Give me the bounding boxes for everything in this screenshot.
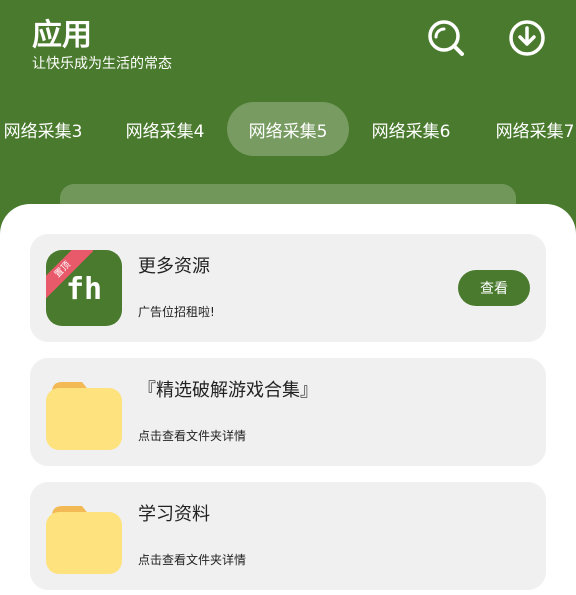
tab-network-collect-5[interactable]: 网络采集5 (227, 102, 349, 156)
search-icon (428, 20, 464, 56)
tab-label: 网络采集7 (495, 121, 575, 142)
card-title: 学习资料 (138, 504, 210, 525)
app-logo: fh 置顶 (46, 250, 122, 326)
app-header: 应用 让快乐成为生活的常态 (0, 0, 576, 100)
tab-label: 网络采集4 (125, 121, 205, 142)
tab-label: 网络采集5 (248, 121, 328, 142)
card-description: 广告位招租啦! (138, 305, 215, 319)
content-panel: fh 置顶 更多资源 广告位招租啦! 查看 『精选破解游戏合集』 点击查看文件夹… (0, 204, 576, 595)
tab-bar: 网络采集3 网络采集4 网络采集5 网络采集6 网络采集7 (0, 102, 576, 156)
view-button[interactable]: 查看 (458, 270, 530, 306)
page-title: 应用 (32, 18, 92, 53)
tab-network-collect-4[interactable]: 网络采集4 (110, 102, 220, 156)
list-item-ad[interactable]: fh 置顶 更多资源 广告位招租啦! 查看 (30, 234, 546, 342)
list-item-folder[interactable]: 『精选破解游戏合集』 点击查看文件夹详情 (30, 358, 546, 466)
card-description: 点击查看文件夹详情 (138, 553, 247, 567)
fh-logo-icon: fh 置顶 (46, 250, 122, 326)
folder-icon (46, 498, 122, 574)
tab-label: 网络采集6 (371, 121, 451, 142)
tab-network-collect-3[interactable]: 网络采集3 (0, 102, 98, 156)
folder-icon (46, 374, 122, 450)
list-item-folder[interactable]: 学习资料 点击查看文件夹详情 (30, 482, 546, 590)
search-button[interactable] (426, 18, 466, 58)
download-icon (509, 20, 545, 56)
tab-network-collect-7[interactable]: 网络采集7 (480, 102, 576, 156)
card-description: 点击查看文件夹详情 (138, 429, 247, 443)
card-title: 更多资源 (138, 256, 210, 277)
tab-label: 网络采集3 (3, 121, 83, 142)
tab-network-collect-6[interactable]: 网络采集6 (356, 102, 466, 156)
page-subtitle: 让快乐成为生活的常态 (32, 56, 172, 72)
download-button[interactable] (507, 18, 547, 58)
card-title: 『精选破解游戏合集』 (138, 380, 318, 401)
